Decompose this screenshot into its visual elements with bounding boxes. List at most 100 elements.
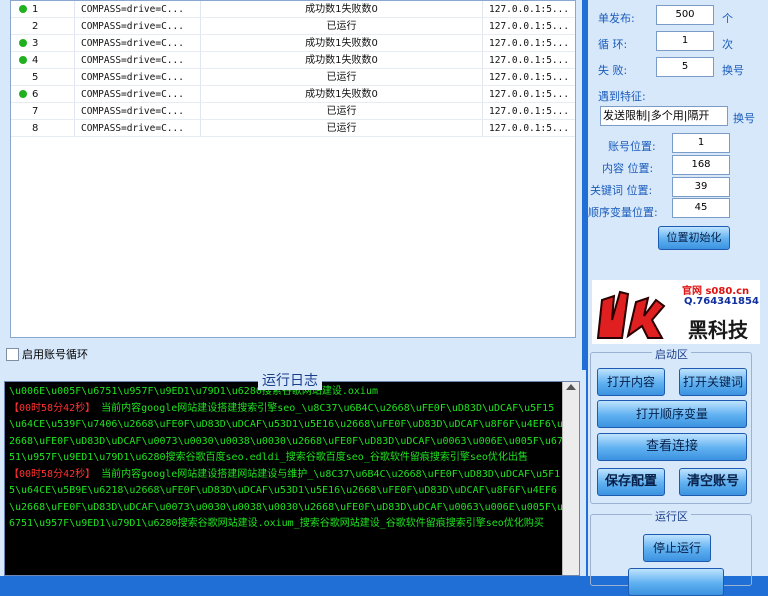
command-cell-text: COMPASS=drive=C... (81, 72, 184, 83)
status-dot-icon (19, 106, 27, 114)
command-cell: COMPASS=drive=C... (75, 18, 201, 35)
keyword-pos-input[interactable]: 39 (672, 177, 730, 197)
seq-pos-input[interactable]: 45 (672, 198, 730, 218)
row-number-cell-text: 7 (32, 106, 39, 117)
fail-label: 失 败: (598, 64, 628, 77)
content-pos-input[interactable]: 168 (672, 155, 730, 175)
ip-cell: 127.0.0.1:5... (483, 18, 575, 35)
row-number-cell: 7 (11, 103, 75, 120)
checkbox-box[interactable] (6, 347, 19, 361)
ip-cell-text: 127.0.0.1:5... (489, 72, 570, 83)
status-dot-icon (19, 39, 27, 47)
status-cell-text: 已运行 (326, 123, 357, 134)
log-box[interactable]: \u006E\u005F\u6751\u957F\u9ED1\u79D1\u62… (4, 381, 580, 576)
status-cell: 已运行 (201, 103, 483, 120)
ip-cell: 127.0.0.1:5... (483, 69, 575, 86)
table-row[interactable]: 6 COMPASS=drive=C... 成功数1失败数0 127.0.0.1:5..… (11, 86, 575, 103)
status-cell-text: 成功数1失败数0 (305, 55, 378, 66)
fail-input[interactable]: 5 (656, 57, 714, 77)
row-number-cell-text: 2 (32, 21, 39, 32)
command-cell: COMPASS=drive=C... (75, 69, 201, 86)
row-number-cell-text: 1 (32, 4, 39, 15)
keyword-pos-label: 关键词 位置: (590, 184, 653, 197)
row-number-cell-text: 4 (32, 55, 39, 66)
loop-label: 循 环: (598, 38, 628, 51)
ip-cell-text: 127.0.0.1:5... (489, 89, 570, 100)
open-content-button[interactable]: 打开内容 (597, 368, 665, 396)
table-row[interactable]: 1 COMPASS=drive=C... 成功数1失败数0 127.0.0.1:5..… (11, 1, 575, 18)
command-cell: COMPASS=drive=C... (75, 1, 201, 18)
table-row[interactable]: 3 COMPASS=drive=C... 成功数1失败数0 127.0.0.1:5..… (11, 35, 575, 52)
status-cell-text: 已运行 (326, 106, 357, 117)
table-row[interactable]: 4 COMPASS=drive=C... 成功数1失败数0 127.0.0.1:5..… (11, 52, 575, 69)
status-cell-text: 成功数1失败数0 (305, 38, 378, 49)
ip-cell-text: 127.0.0.1:5... (489, 106, 570, 117)
log-panel: 运行日志 \u006E\u005F\u6751\u957F\u9ED1\u79D… (0, 370, 586, 576)
run-area-title: 运行区 (652, 508, 691, 524)
status-cell-text: 成功数1失败数0 (305, 89, 378, 100)
row-number-cell-text: 3 (32, 38, 39, 49)
status-dot-icon (19, 5, 27, 13)
status-dot-icon (19, 72, 27, 80)
table-row[interactable]: 2 COMPASS=drive=C... 已运行 127.0.0.1:5... (11, 18, 575, 35)
table-row[interactable]: 7 COMPASS=drive=C... 已运行 127.0.0.1:5... (11, 103, 575, 120)
account-pos-label: 账号位置: (608, 140, 656, 153)
logo-site-text: 官网 s080.cn (682, 286, 750, 297)
command-cell-text: COMPASS=drive=C... (81, 4, 184, 15)
stop-run-button[interactable]: 停止运行 (643, 534, 711, 562)
account-cycle-label: 启用账号循环 (22, 348, 88, 361)
account-cycle-checkbox[interactable]: 启用账号循环 (6, 346, 88, 362)
status-dot-icon (19, 21, 27, 29)
log-line-text: \u006E\u005F\u6751\u957F\u9ED1\u79D1\u62… (9, 386, 378, 397)
status-cell-text: 成功数1失败数0 (305, 4, 378, 15)
clear-accounts-button[interactable]: 清空账号 (679, 468, 747, 496)
logo-brand-text: 黑科技 (688, 318, 748, 342)
log-line: 【00时58分42秒】 当前内容google网站建设搭建搜索引擎seo_\u8C… (9, 401, 563, 467)
command-cell: COMPASS=drive=C... (75, 103, 201, 120)
account-pos-input[interactable]: 1 (672, 133, 730, 153)
view-connection-button[interactable]: 查看连接 (597, 433, 747, 461)
log-scrollbar[interactable] (562, 382, 579, 575)
command-cell: COMPASS=drive=C... (75, 120, 201, 137)
account-table-panel: 1 COMPASS=drive=C... 成功数1失败数0 127.0.0.1:5..… (0, 0, 582, 372)
row-number-cell: 3 (11, 35, 75, 52)
row-number-cell: 2 (11, 18, 75, 35)
status-cell: 成功数1失败数0 (201, 52, 483, 69)
open-keywords-button[interactable]: 打开关键词 (679, 368, 747, 396)
table-row[interactable]: 5 COMPASS=drive=C... 已运行 127.0.0.1:5... (11, 69, 575, 86)
status-cell: 成功数1失败数0 (201, 1, 483, 18)
open-seq-var-button[interactable]: 打开顺序变量 (597, 400, 747, 428)
status-dot-icon (19, 56, 27, 64)
single-publish-label: 单发布: (598, 12, 635, 25)
run-area-button-partial[interactable] (628, 568, 724, 596)
log-timestamp: 【00时58分42秒】 (9, 468, 96, 480)
command-cell: COMPASS=drive=C... (75, 52, 201, 69)
status-cell: 已运行 (201, 120, 483, 137)
status-dot-icon (19, 123, 27, 131)
save-config-button[interactable]: 保存配置 (597, 468, 665, 496)
ip-cell-text: 127.0.0.1:5... (489, 123, 570, 134)
row-number-cell: 5 (11, 69, 75, 86)
status-dot-icon (19, 90, 27, 98)
row-number-cell: 1 (11, 1, 75, 18)
status-cell: 成功数1失败数0 (201, 35, 483, 52)
status-cell-text: 已运行 (326, 72, 357, 83)
fail-unit: 换号 (722, 64, 744, 77)
loop-unit: 次 (722, 38, 733, 51)
ip-cell-text: 127.0.0.1:5... (489, 21, 570, 32)
feature-input[interactable]: 发送限制|多个用|隔开 (600, 106, 728, 126)
status-cell: 已运行 (201, 69, 483, 86)
row-number-cell: 4 (11, 52, 75, 69)
command-cell-text: COMPASS=drive=C... (81, 38, 184, 49)
scroll-up-icon[interactable] (566, 384, 576, 390)
loop-input[interactable]: 1 (656, 31, 714, 51)
position-init-button[interactable]: 位置初始化 (658, 226, 730, 250)
status-cell-text: 已运行 (326, 21, 357, 32)
log-timestamp: 【00时58分42秒】 (9, 402, 96, 414)
single-publish-input[interactable]: 500 (656, 5, 714, 25)
table-row[interactable]: 8 COMPASS=drive=C... 已运行 127.0.0.1:5... (11, 120, 575, 137)
log-text: \u006E\u005F\u6751\u957F\u9ED1\u79D1\u62… (9, 384, 563, 533)
log-title: 运行日志 (258, 370, 322, 390)
command-cell: COMPASS=drive=C... (75, 86, 201, 103)
seq-pos-label: 顺序变量位置: (588, 206, 658, 219)
